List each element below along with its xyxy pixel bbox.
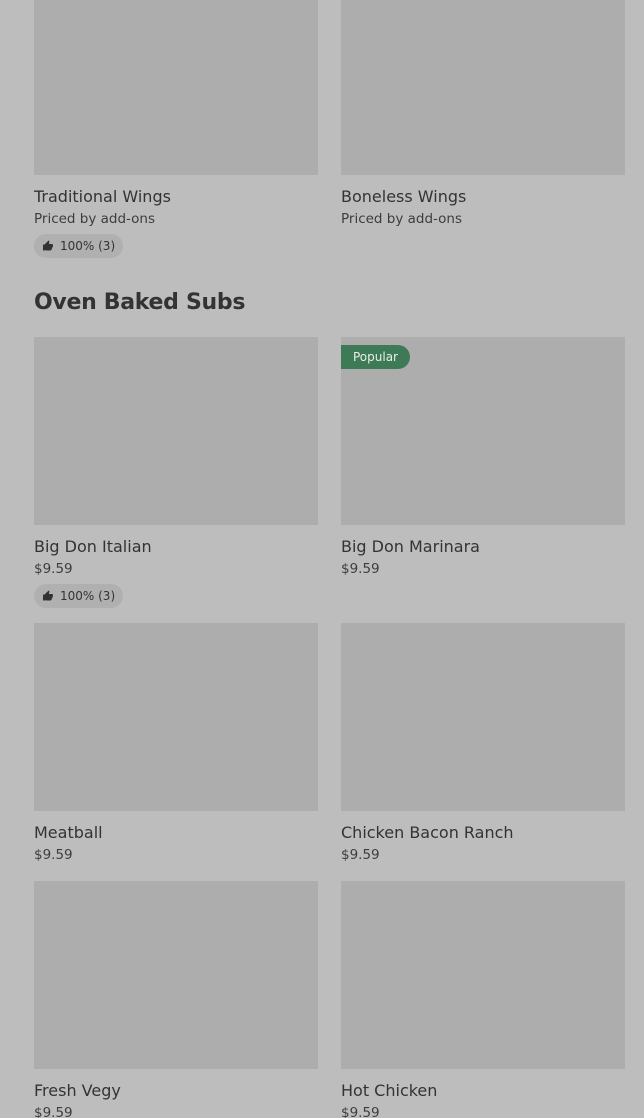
item-name: Big Don Italian	[34, 537, 152, 556]
rating-text: 100% (3)	[60, 589, 116, 603]
item-image[interactable]	[34, 337, 318, 525]
item-name: Big Don Marinara	[341, 537, 480, 556]
rating-badge: 100% (3)	[34, 584, 124, 608]
item-price: $9.59	[34, 1105, 73, 1118]
thumbs-up-icon	[43, 240, 53, 251]
item-image[interactable]	[34, 881, 318, 1069]
item-price: Priced by add-ons	[341, 211, 463, 227]
item-name: Boneless Wings	[341, 187, 467, 206]
menu-item-card[interactable]: Big Don Italian $9.59 100% (3)	[34, 337, 318, 608]
item-price: $9.59	[341, 1105, 380, 1118]
menu-item-card[interactable]: Hot Chicken $9.59	[341, 881, 625, 1118]
thumbs-up-icon	[43, 590, 53, 601]
item-price: $9.59	[341, 847, 380, 863]
item-image[interactable]: Popular	[341, 337, 625, 525]
menu-item-card[interactable]: Fresh Vegy $9.59	[34, 881, 318, 1118]
menu-item-card[interactable]: Traditional Wings Priced by add-ons 100%…	[34, 0, 318, 258]
item-image[interactable]	[341, 623, 625, 811]
menu-item-card[interactable]: Meatball $9.59	[34, 623, 318, 864]
item-price: Priced by add-ons	[34, 211, 156, 227]
item-image[interactable]	[341, 881, 625, 1069]
menu-item-card[interactable]: Boneless Wings Priced by add-ons	[341, 0, 625, 228]
item-price: $9.59	[34, 561, 73, 577]
item-name: Meatball	[34, 823, 103, 842]
item-name: Traditional Wings	[34, 187, 171, 206]
item-image[interactable]	[34, 623, 318, 811]
item-image[interactable]	[34, 0, 318, 175]
item-name: Fresh Vegy	[34, 1081, 121, 1100]
item-name: Hot Chicken	[341, 1081, 438, 1100]
menu-page: Traditional Wings Priced by add-ons 100%…	[0, 0, 644, 1118]
menu-item-card[interactable]: Chicken Bacon Ranch $9.59	[341, 623, 625, 864]
popular-badge: Popular	[341, 345, 410, 369]
rating-badge: 100% (3)	[34, 234, 124, 258]
item-image[interactable]	[341, 0, 625, 175]
rating-text: 100% (3)	[60, 239, 116, 253]
item-price: $9.59	[341, 561, 380, 577]
menu-item-card[interactable]: Popular Big Don Marinara $9.59	[341, 337, 625, 578]
item-price: $9.59	[34, 847, 73, 863]
item-name: Chicken Bacon Ranch	[341, 823, 514, 842]
section-title: Oven Baked Subs	[34, 290, 246, 315]
